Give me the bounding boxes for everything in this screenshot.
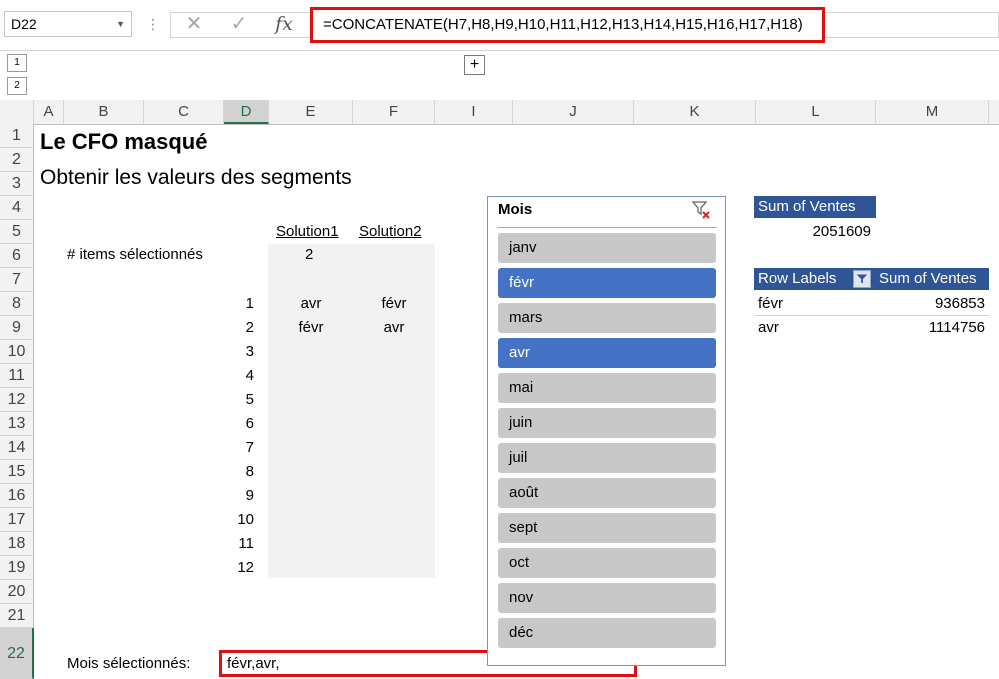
column-header-selected[interactable]: D [224, 100, 269, 124]
row-header[interactable]: 10 [0, 340, 34, 364]
row-header[interactable]: 7 [0, 268, 34, 292]
pivot1-value[interactable]: 2051609 [754, 220, 871, 244]
pivot1-header[interactable]: Sum of Ventes [754, 196, 876, 218]
slicer-item[interactable]: déc [498, 618, 716, 648]
row-header[interactable]: 18 [0, 532, 34, 556]
select-all-corner[interactable] [0, 100, 34, 124]
column-header[interactable]: A [34, 100, 64, 124]
column-headers: A B C D E F I J K L M [0, 100, 999, 125]
index-number[interactable]: 9 [224, 484, 254, 508]
row-header[interactable]: 16 [0, 484, 34, 508]
slicer-item[interactable]: avr [498, 338, 716, 368]
slicer-divider [497, 227, 717, 228]
pivot2-row-label[interactable]: avr [758, 316, 779, 340]
row-header[interactable]: 6 [0, 244, 34, 268]
items-selected-label[interactable]: # items sélectionnés [67, 243, 203, 267]
pivot2-sum-header[interactable]: Sum of Ventes [876, 268, 989, 290]
row-header[interactable]: 15 [0, 460, 34, 484]
index-number[interactable]: 5 [224, 388, 254, 412]
slicer-item[interactable]: nov [498, 583, 716, 613]
row-header[interactable]: 12 [0, 388, 34, 412]
row-header[interactable]: 20 [0, 580, 34, 604]
cancel-icon[interactable]: ✕ [180, 12, 208, 36]
row-header[interactable]: 13 [0, 412, 34, 436]
clear-filter-icon[interactable] [692, 200, 712, 220]
insert-function-icon[interactable]: fx [270, 12, 298, 36]
filter-icon [856, 274, 868, 284]
slicer-item[interactable]: janv [498, 233, 716, 263]
outline-level-1-button[interactable]: 1 [7, 54, 27, 72]
formula-input[interactable]: =CONCATENATE(H7,H8,H9,H10,H11,H12,H13,H1… [310, 7, 825, 43]
index-number[interactable]: 6 [224, 412, 254, 436]
row-header[interactable]: 4 [0, 196, 34, 220]
items-selected-count[interactable]: 2 [305, 243, 313, 267]
column-header[interactable]: C [144, 100, 224, 124]
slicer-item[interactable]: oct [498, 548, 716, 578]
row-header[interactable]: 9 [0, 316, 34, 340]
pivot2-row-label[interactable]: févr [758, 292, 783, 316]
name-box-value: D22 [11, 16, 37, 32]
enter-check-icon[interactable]: ✓ [225, 12, 253, 36]
slicer-item[interactable]: juin [498, 408, 716, 438]
chevron-down-icon[interactable]: ▼ [116, 12, 125, 36]
index-number[interactable]: 8 [224, 460, 254, 484]
selected-months-label[interactable]: Mois sélectionnés: [67, 652, 190, 676]
selected-months-value: févr,avr, [227, 655, 280, 672]
column-header[interactable]: F [353, 100, 435, 124]
row-header[interactable]: 8 [0, 292, 34, 316]
slicer-item[interactable]: mars [498, 303, 716, 333]
slicer-item[interactable]: juil [498, 443, 716, 473]
outline-level-2-button[interactable]: 2 [7, 77, 27, 95]
pivot2-row-value[interactable]: 936853 [876, 292, 985, 316]
header-solution1[interactable]: Solution1 [276, 220, 339, 244]
solution1-value[interactable]: févr [269, 316, 353, 340]
solution2-value[interactable]: févr [353, 292, 435, 316]
more-options-icon[interactable]: ⋮ [146, 16, 160, 33]
solution2-value[interactable]: avr [353, 316, 435, 340]
column-header[interactable]: L [756, 100, 876, 124]
index-number[interactable]: 4 [224, 364, 254, 388]
row-header[interactable]: 17 [0, 508, 34, 532]
slicer-item[interactable]: févr [498, 268, 716, 298]
column-header[interactable]: J [513, 100, 634, 124]
pivot2-row-value[interactable]: 1114756 [876, 316, 985, 340]
row-header[interactable]: 11 [0, 364, 34, 388]
index-number[interactable]: 1 [224, 292, 254, 316]
row-header[interactable]: 14 [0, 436, 34, 460]
outline-bar [0, 50, 999, 101]
sheet-subtitle[interactable]: Obtenir les valeurs des segments [40, 166, 352, 190]
index-number[interactable]: 10 [224, 508, 254, 532]
row-header[interactable]: 19 [0, 556, 34, 580]
slicer-item[interactable]: août [498, 478, 716, 508]
index-number[interactable]: 11 [224, 532, 254, 556]
row-header[interactable]: 2 [0, 148, 34, 172]
column-header[interactable]: M [876, 100, 989, 124]
row-header[interactable]: 21 [0, 604, 34, 628]
index-number[interactable]: 3 [224, 340, 254, 364]
slicer-title: Mois [498, 201, 533, 218]
row-header[interactable]: 1 [0, 124, 34, 148]
solution1-value[interactable]: avr [269, 292, 353, 316]
column-header[interactable]: K [634, 100, 756, 124]
header-solution2[interactable]: Solution2 [359, 220, 422, 244]
filter-dropdown-icon[interactable] [853, 270, 871, 288]
row-header[interactable]: 3 [0, 172, 34, 196]
expand-group-button[interactable]: + [464, 55, 485, 75]
slicer-item[interactable]: sept [498, 513, 716, 543]
column-header[interactable]: E [269, 100, 353, 124]
index-number[interactable]: 7 [224, 436, 254, 460]
name-box[interactable]: D22 ▼ [4, 11, 132, 37]
column-header[interactable]: B [64, 100, 144, 124]
sheet-title[interactable]: Le CFO masqué [40, 130, 207, 154]
column-header[interactable]: I [435, 100, 513, 124]
index-number[interactable]: 12 [224, 556, 254, 580]
row-header[interactable]: 5 [0, 220, 34, 244]
row-header-selected[interactable]: 22 [0, 628, 34, 679]
slicer-item[interactable]: mai [498, 373, 716, 403]
index-number[interactable]: 2 [224, 316, 254, 340]
